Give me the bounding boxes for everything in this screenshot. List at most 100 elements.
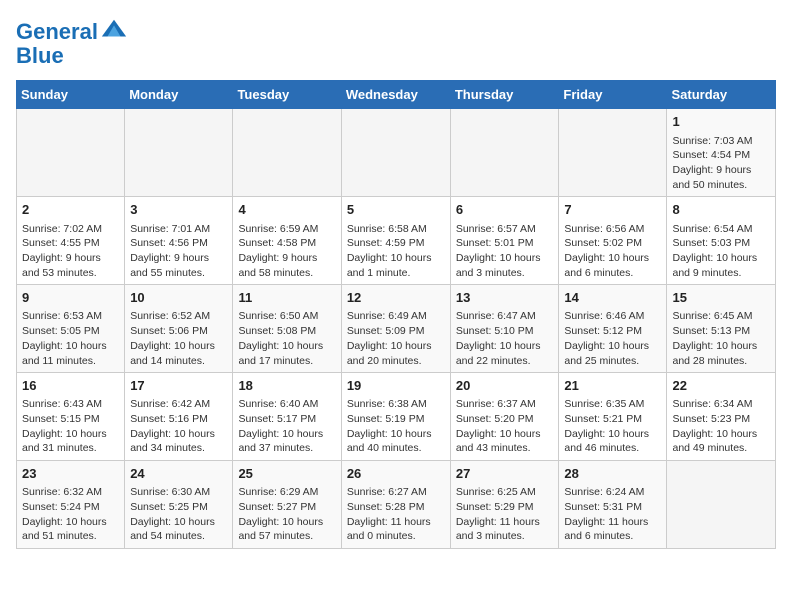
day-number: 16 bbox=[22, 377, 119, 395]
calendar-day: 19 Sunrise: 6:38 AM Sunset: 5:19 PM Dayli… bbox=[341, 373, 450, 461]
logo-icon bbox=[100, 16, 128, 44]
calendar-day: 21 Sunrise: 6:35 AM Sunset: 5:21 PM Dayli… bbox=[559, 373, 667, 461]
header-thursday: Thursday bbox=[450, 81, 559, 109]
calendar-day: 18 Sunrise: 6:40 AM Sunset: 5:17 PM Dayli… bbox=[233, 373, 341, 461]
calendar-day bbox=[559, 109, 667, 197]
day-number: 8 bbox=[672, 201, 770, 219]
calendar-day: 22 Sunrise: 6:34 AM Sunset: 5:23 PM Dayli… bbox=[667, 373, 776, 461]
header-saturday: Saturday bbox=[667, 81, 776, 109]
day-number: 11 bbox=[238, 289, 335, 307]
header-tuesday: Tuesday bbox=[233, 81, 341, 109]
calendar-day: 5 Sunrise: 6:58 AM Sunset: 4:59 PM Daylig… bbox=[341, 197, 450, 285]
day-info: Sunrise: 6:57 AM Sunset: 5:01 PM Dayligh… bbox=[456, 222, 554, 281]
day-info: Sunrise: 6:30 AM Sunset: 5:25 PM Dayligh… bbox=[130, 485, 227, 544]
calendar-day: 6 Sunrise: 6:57 AM Sunset: 5:01 PM Daylig… bbox=[450, 197, 559, 285]
day-number: 1 bbox=[672, 113, 770, 131]
calendar-week-row: 16 Sunrise: 6:43 AM Sunset: 5:15 PM Dayli… bbox=[17, 373, 776, 461]
calendar-day: 2Sunrise: 7:02 AM Sunset: 4:55 PM Daylig… bbox=[17, 197, 125, 285]
day-number: 10 bbox=[130, 289, 227, 307]
day-info: Sunrise: 6:40 AM Sunset: 5:17 PM Dayligh… bbox=[238, 397, 335, 456]
day-number: 22 bbox=[672, 377, 770, 395]
calendar-day: 4 Sunrise: 6:59 AM Sunset: 4:58 PM Daylig… bbox=[233, 197, 341, 285]
calendar-week-row: 23 Sunrise: 6:32 AM Sunset: 5:24 PM Dayli… bbox=[17, 461, 776, 549]
day-number: 25 bbox=[238, 465, 335, 483]
day-number: 19 bbox=[347, 377, 445, 395]
calendar-day: 23 Sunrise: 6:32 AM Sunset: 5:24 PM Dayli… bbox=[17, 461, 125, 549]
day-number: 13 bbox=[456, 289, 554, 307]
calendar-day: 8 Sunrise: 6:54 AM Sunset: 5:03 PM Daylig… bbox=[667, 197, 776, 285]
calendar-day: 15 Sunrise: 6:45 AM Sunset: 5:13 PM Dayli… bbox=[667, 285, 776, 373]
day-info: Sunrise: 6:56 AM Sunset: 5:02 PM Dayligh… bbox=[564, 222, 661, 281]
day-info: Sunrise: 6:45 AM Sunset: 5:13 PM Dayligh… bbox=[672, 309, 770, 368]
day-number: 12 bbox=[347, 289, 445, 307]
calendar-header-row: SundayMondayTuesdayWednesdayThursdayFrid… bbox=[17, 81, 776, 109]
day-number: 20 bbox=[456, 377, 554, 395]
day-number: 7 bbox=[564, 201, 661, 219]
calendar-day bbox=[233, 109, 341, 197]
calendar-day: 27 Sunrise: 6:25 AM Sunset: 5:29 PM Dayli… bbox=[450, 461, 559, 549]
day-number: 26 bbox=[347, 465, 445, 483]
day-info: Sunrise: 7:03 AM Sunset: 4:54 PM Dayligh… bbox=[672, 134, 770, 193]
day-info: Sunrise: 6:29 AM Sunset: 5:27 PM Dayligh… bbox=[238, 485, 335, 544]
day-number: 28 bbox=[564, 465, 661, 483]
day-info: Sunrise: 6:37 AM Sunset: 5:20 PM Dayligh… bbox=[456, 397, 554, 456]
calendar-day: 16 Sunrise: 6:43 AM Sunset: 5:15 PM Dayli… bbox=[17, 373, 125, 461]
calendar-day: 14Sunrise: 6:46 AM Sunset: 5:12 PM Dayli… bbox=[559, 285, 667, 373]
day-info: Sunrise: 6:59 AM Sunset: 4:58 PM Dayligh… bbox=[238, 222, 335, 281]
day-info: Sunrise: 6:42 AM Sunset: 5:16 PM Dayligh… bbox=[130, 397, 227, 456]
calendar-day: 7 Sunrise: 6:56 AM Sunset: 5:02 PM Daylig… bbox=[559, 197, 667, 285]
logo-text-blue: Blue bbox=[16, 44, 128, 68]
header-friday: Friday bbox=[559, 81, 667, 109]
day-info: Sunrise: 6:34 AM Sunset: 5:23 PM Dayligh… bbox=[672, 397, 770, 456]
calendar-day bbox=[341, 109, 450, 197]
day-info: Sunrise: 6:25 AM Sunset: 5:29 PM Dayligh… bbox=[456, 485, 554, 544]
day-number: 3 bbox=[130, 201, 227, 219]
day-number: 4 bbox=[238, 201, 335, 219]
calendar-day bbox=[667, 461, 776, 549]
day-info: Sunrise: 6:32 AM Sunset: 5:24 PM Dayligh… bbox=[22, 485, 119, 544]
header-monday: Monday bbox=[125, 81, 233, 109]
day-info: Sunrise: 6:49 AM Sunset: 5:09 PM Dayligh… bbox=[347, 309, 445, 368]
calendar-day: 3 Sunrise: 7:01 AM Sunset: 4:56 PM Daylig… bbox=[125, 197, 233, 285]
logo: General Blue bbox=[16, 20, 128, 68]
day-number: 15 bbox=[672, 289, 770, 307]
day-info: Sunrise: 6:43 AM Sunset: 5:15 PM Dayligh… bbox=[22, 397, 119, 456]
calendar-day: 13 Sunrise: 6:47 AM Sunset: 5:10 PM Dayli… bbox=[450, 285, 559, 373]
calendar-day: 24 Sunrise: 6:30 AM Sunset: 5:25 PM Dayli… bbox=[125, 461, 233, 549]
day-info: Sunrise: 6:24 AM Sunset: 5:31 PM Dayligh… bbox=[564, 485, 661, 544]
calendar-day: 26 Sunrise: 6:27 AM Sunset: 5:28 PM Dayli… bbox=[341, 461, 450, 549]
logo-text: General bbox=[16, 20, 98, 44]
day-info: Sunrise: 6:54 AM Sunset: 5:03 PM Dayligh… bbox=[672, 222, 770, 281]
calendar-day bbox=[17, 109, 125, 197]
day-info: Sunrise: 6:52 AM Sunset: 5:06 PM Dayligh… bbox=[130, 309, 227, 368]
calendar-table: SundayMondayTuesdayWednesdayThursdayFrid… bbox=[16, 80, 776, 549]
calendar-week-row: 9Sunrise: 6:53 AM Sunset: 5:05 PM Daylig… bbox=[17, 285, 776, 373]
calendar-day: 25 Sunrise: 6:29 AM Sunset: 5:27 PM Dayli… bbox=[233, 461, 341, 549]
day-number: 24 bbox=[130, 465, 227, 483]
calendar-day: 10 Sunrise: 6:52 AM Sunset: 5:06 PM Dayli… bbox=[125, 285, 233, 373]
day-info: Sunrise: 7:01 AM Sunset: 4:56 PM Dayligh… bbox=[130, 222, 227, 281]
day-number: 21 bbox=[564, 377, 661, 395]
day-number: 5 bbox=[347, 201, 445, 219]
day-info: Sunrise: 6:35 AM Sunset: 5:21 PM Dayligh… bbox=[564, 397, 661, 456]
calendar-day: 11 Sunrise: 6:50 AM Sunset: 5:08 PM Dayli… bbox=[233, 285, 341, 373]
day-info: Sunrise: 6:38 AM Sunset: 5:19 PM Dayligh… bbox=[347, 397, 445, 456]
day-number: 6 bbox=[456, 201, 554, 219]
header-wednesday: Wednesday bbox=[341, 81, 450, 109]
day-info: Sunrise: 6:58 AM Sunset: 4:59 PM Dayligh… bbox=[347, 222, 445, 281]
calendar-week-row: 2Sunrise: 7:02 AM Sunset: 4:55 PM Daylig… bbox=[17, 197, 776, 285]
header-sunday: Sunday bbox=[17, 81, 125, 109]
calendar-day: 1 Sunrise: 7:03 AM Sunset: 4:54 PM Daylig… bbox=[667, 109, 776, 197]
day-number: 18 bbox=[238, 377, 335, 395]
day-info: Sunrise: 6:47 AM Sunset: 5:10 PM Dayligh… bbox=[456, 309, 554, 368]
day-info: Sunrise: 6:50 AM Sunset: 5:08 PM Dayligh… bbox=[238, 309, 335, 368]
day-number: 2 bbox=[22, 201, 119, 219]
day-info: Sunrise: 6:27 AM Sunset: 5:28 PM Dayligh… bbox=[347, 485, 445, 544]
day-number: 23 bbox=[22, 465, 119, 483]
day-number: 27 bbox=[456, 465, 554, 483]
calendar-day: 20 Sunrise: 6:37 AM Sunset: 5:20 PM Dayli… bbox=[450, 373, 559, 461]
calendar-day bbox=[125, 109, 233, 197]
calendar-day: 9Sunrise: 6:53 AM Sunset: 5:05 PM Daylig… bbox=[17, 285, 125, 373]
day-number: 9 bbox=[22, 289, 119, 307]
calendar-week-row: 1 Sunrise: 7:03 AM Sunset: 4:54 PM Daylig… bbox=[17, 109, 776, 197]
